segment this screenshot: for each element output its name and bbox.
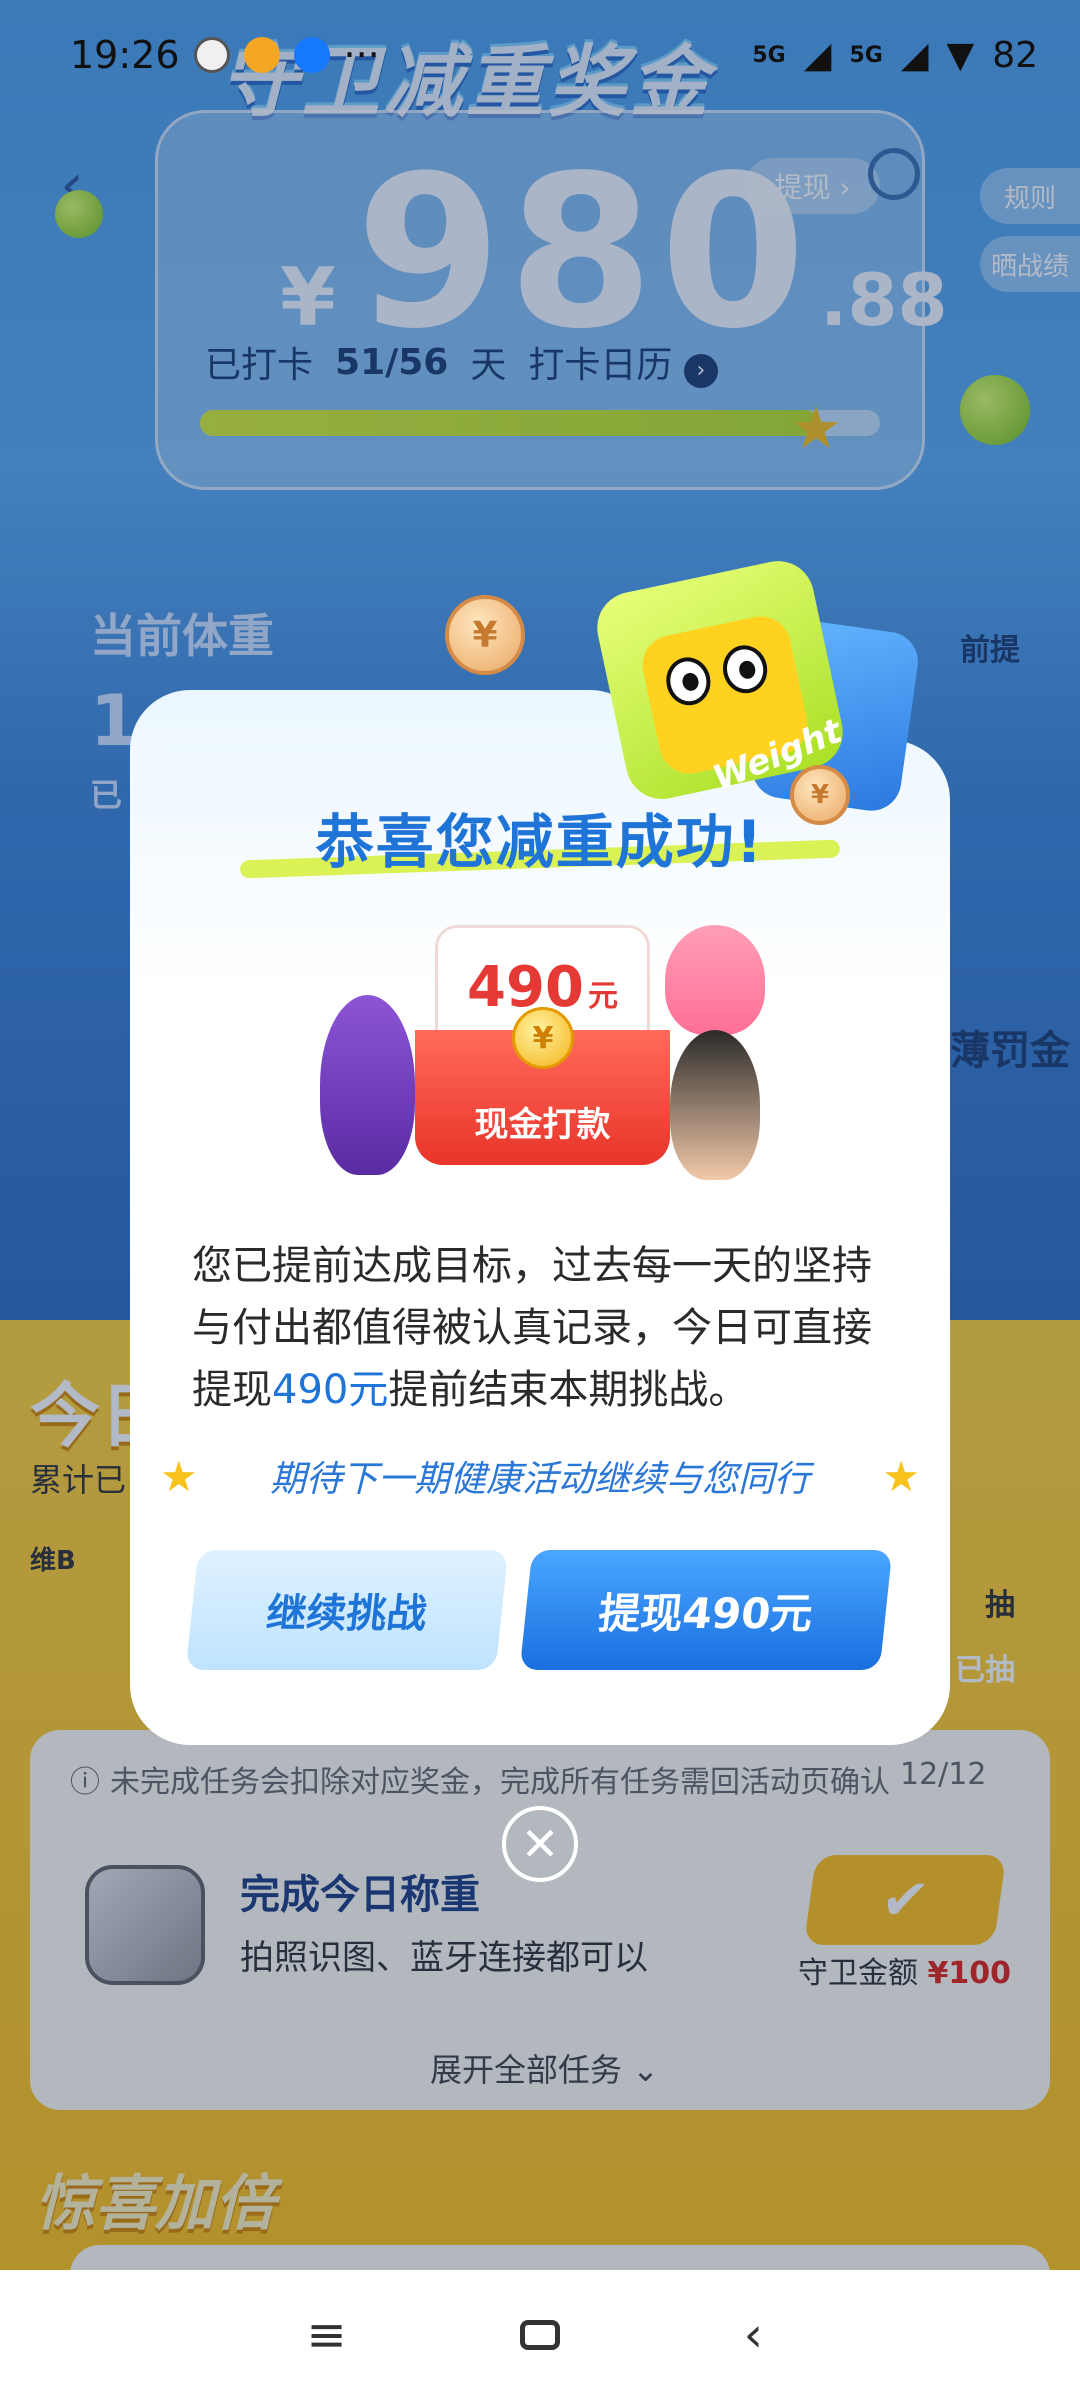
home-icon — [519, 2320, 560, 2350]
close-modal-button[interactable]: ✕ — [502, 1806, 578, 1882]
signal-label-1: 5G — [752, 42, 786, 68]
success-modal: Weight ¥ ¥ 恭喜您减重成功! 490 元 ¥ 现金打款 您已提前达成目标… — [130, 554, 950, 1745]
menu-nav-button[interactable]: ≡ — [287, 2307, 367, 2363]
battery-level: 82 — [992, 34, 1038, 76]
desc-text-end: 提前结束本期挑战。 — [388, 1367, 749, 1413]
status-time: 19:26 — [70, 33, 180, 77]
home-nav-button[interactable] — [500, 2320, 580, 2350]
weibo-icon — [243, 37, 280, 73]
star-icon: ★ — [882, 1451, 920, 1501]
red-envelope: 490 元 ¥ 现金打款 — [415, 925, 670, 1165]
character-boy — [670, 1030, 760, 1180]
modal-title: 恭喜您减重成功! — [315, 808, 765, 876]
mascot-eye — [661, 653, 715, 710]
continue-challenge-button[interactable]: 继续挑战 — [185, 1550, 509, 1670]
envelope-label: 现金打款 — [474, 1105, 611, 1145]
wifi-icon: ▼ — [946, 34, 975, 76]
modal-slogan: ★ 期待下一期健康活动继续与您同行 ★ — [160, 1450, 920, 1502]
signal-icon-2: ◢ — [900, 34, 929, 76]
envelope-amount-unit: 元 — [587, 979, 618, 1014]
mascot-eye — [718, 641, 772, 698]
status-more: ··· — [343, 33, 380, 77]
coin-icon: ¥ — [445, 595, 525, 675]
system-nav-bar: ≡ ‹ — [0, 2270, 1080, 2400]
signal-icon: ◢ — [803, 34, 832, 76]
alipay-icon — [293, 37, 330, 73]
star-icon: ★ — [160, 1451, 198, 1501]
back-nav-button[interactable]: ‹ — [713, 2307, 793, 2363]
signal-label-2: 5G — [849, 42, 883, 68]
withdraw-490-button[interactable]: 提现490元 — [519, 1550, 893, 1670]
desc-highlight: 490元 — [272, 1367, 389, 1413]
character-pink — [665, 925, 765, 1035]
yuan-coin-icon: ¥ — [512, 1007, 574, 1069]
envelope-amount-value: 490 — [467, 955, 584, 1020]
status-bar: 19:26 ··· 5G ◢ 5G ◢ ▼ 82 — [0, 0, 1080, 110]
slogan-text: 期待下一期健康活动继续与您同行 — [269, 1459, 810, 1500]
weibo-like-icon — [193, 37, 230, 73]
character-purple — [320, 995, 415, 1175]
modal-description: 您已提前达成目标，过去每一天的坚持与付出都值得被认真记录，今日可直接提现490元… — [192, 1235, 892, 1421]
